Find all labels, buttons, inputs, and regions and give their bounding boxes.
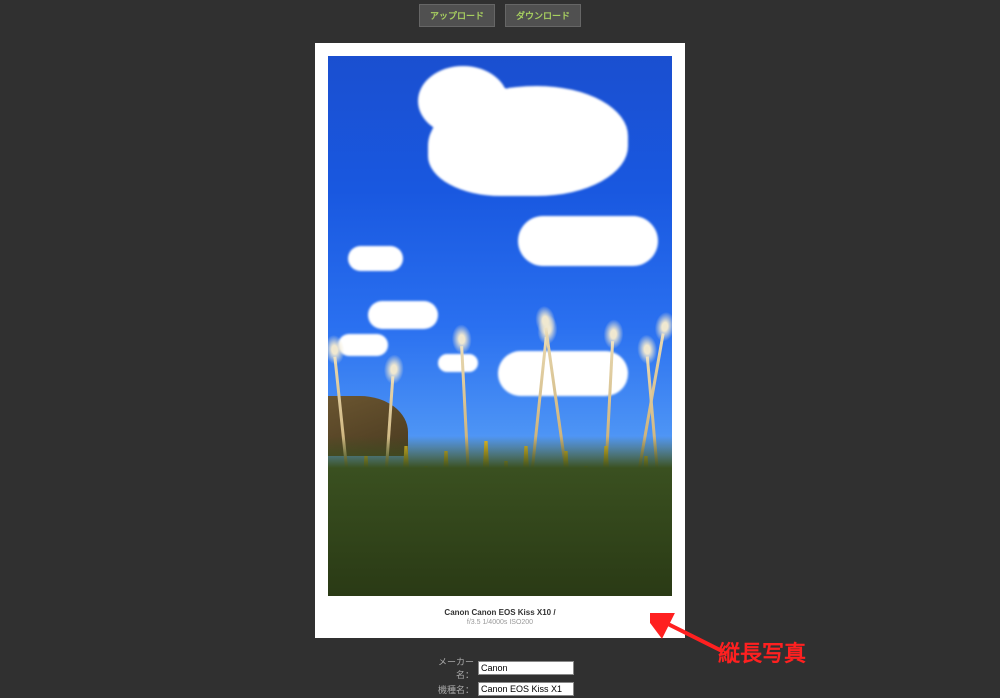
photo-image bbox=[328, 56, 672, 596]
upload-button[interactable]: アップロード bbox=[419, 4, 495, 27]
maker-label: メーカー名： bbox=[426, 655, 474, 681]
download-button[interactable]: ダウンロード bbox=[505, 4, 581, 27]
photo-frame: Canon Canon EOS Kiss X10 / f/3.5 1/4000s… bbox=[315, 43, 685, 638]
model-input[interactable] bbox=[478, 682, 574, 696]
model-label: 機種名： bbox=[426, 683, 474, 696]
maker-input[interactable] bbox=[478, 661, 574, 675]
caption-settings: f/3.5 1/4000s ISO200 bbox=[328, 619, 672, 626]
caption-camera: Canon Canon EOS Kiss X10 / bbox=[328, 608, 672, 617]
